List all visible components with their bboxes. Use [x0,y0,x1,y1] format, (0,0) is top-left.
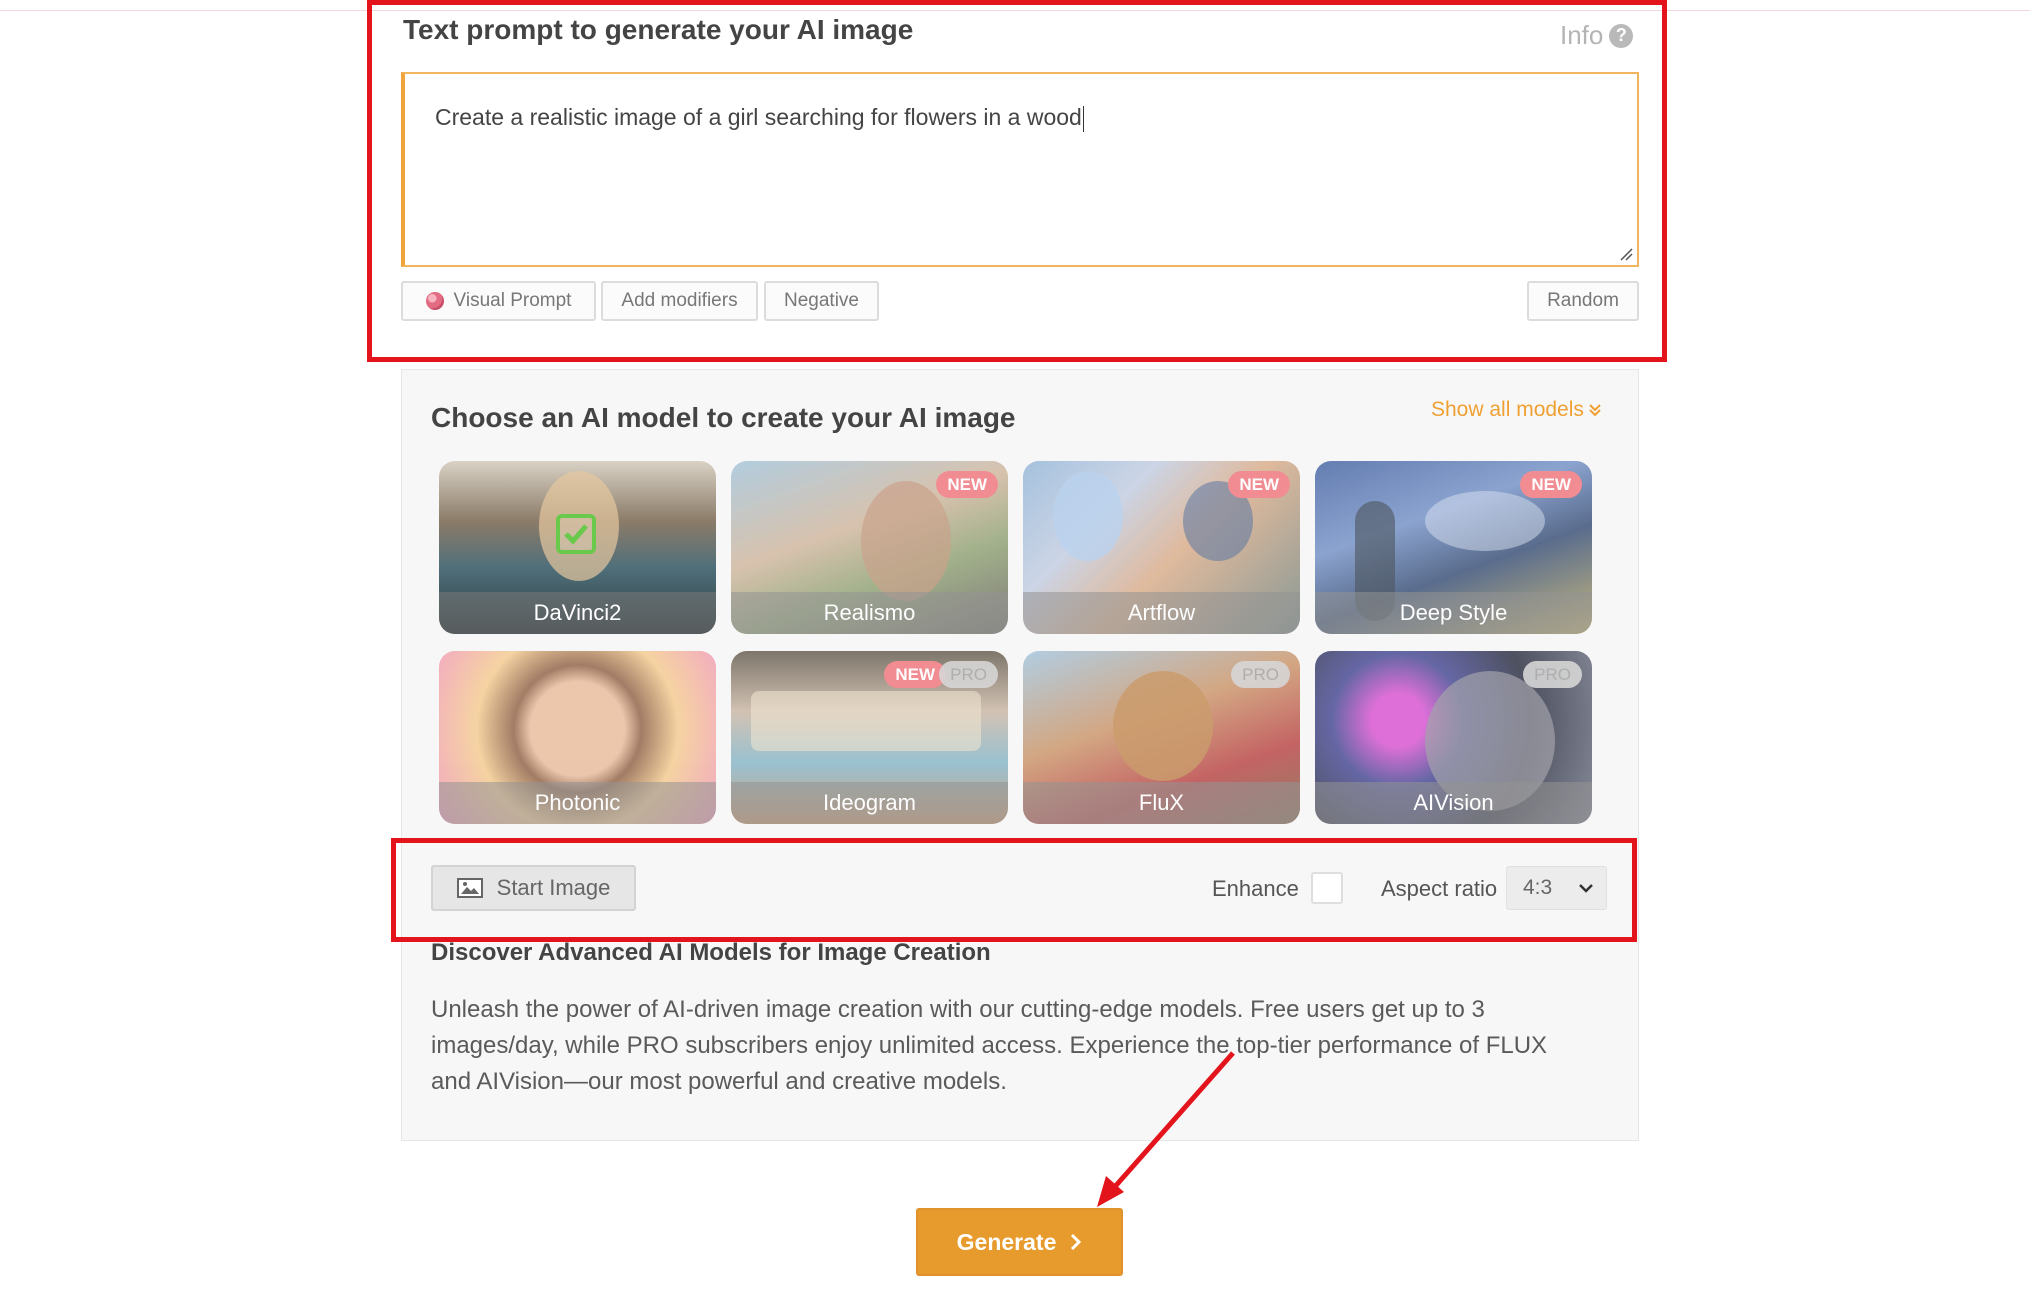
generate-label: Generate [956,1228,1057,1255]
model-thumbnail-figure [1053,471,1123,561]
model-label: AIVision [1315,782,1592,824]
model-thumbnail-lettering [751,691,981,751]
model-card-aivision[interactable]: PRO AIVision [1315,651,1592,824]
discover-body: Unleash the power of AI-driven image cre… [431,996,1548,1095]
chevron-right-icon [1071,1233,1082,1251]
model-card-artflow[interactable]: NEW Artflow [1023,461,1300,634]
generate-button[interactable]: Generate [916,1208,1123,1276]
new-badge: NEW [1228,471,1290,498]
new-badge: NEW [936,471,998,498]
model-label: DaVinci2 [439,592,716,634]
model-card-davinci2[interactable]: DaVinci2 [439,461,716,634]
pro-badge: PRO [939,661,998,688]
annotation-box-options [391,838,1637,942]
model-label: Realismo [731,592,1008,634]
model-section-title: Choose an AI model to create your AI ima… [431,402,1016,433]
model-card-photonic[interactable]: Photonic [439,651,716,824]
show-all-models-link[interactable]: Show all models [1431,398,1602,422]
model-label: Deep Style [1315,592,1592,634]
model-thumbnail-figure [861,481,951,601]
new-badge: NEW [884,661,946,688]
model-label: Artflow [1023,592,1300,634]
chevron-double-down-icon [1589,404,1601,417]
model-label: Ideogram [731,782,1008,824]
model-card-ideogram[interactable]: NEW PRO Ideogram [731,651,1008,824]
model-card-realismo[interactable]: NEW Realismo [731,461,1008,634]
model-card-flux[interactable]: PRO FluX [1023,651,1300,824]
new-badge: NEW [1520,471,1582,498]
discover-title: Discover Advanced AI Models for Image Cr… [431,939,991,966]
model-thumbnail-swirl [1425,491,1545,551]
annotation-box-prompt [367,0,1667,362]
pro-badge: PRO [1523,661,1582,688]
show-all-models-label: Show all models [1431,398,1584,421]
checkmark-icon [556,514,596,554]
model-thumbnail-bear [1113,671,1213,781]
model-label: FluX [1023,782,1300,824]
pro-badge: PRO [1231,661,1290,688]
model-label: Photonic [439,782,716,824]
model-card-deep-style[interactable]: NEW Deep Style [1315,461,1592,634]
